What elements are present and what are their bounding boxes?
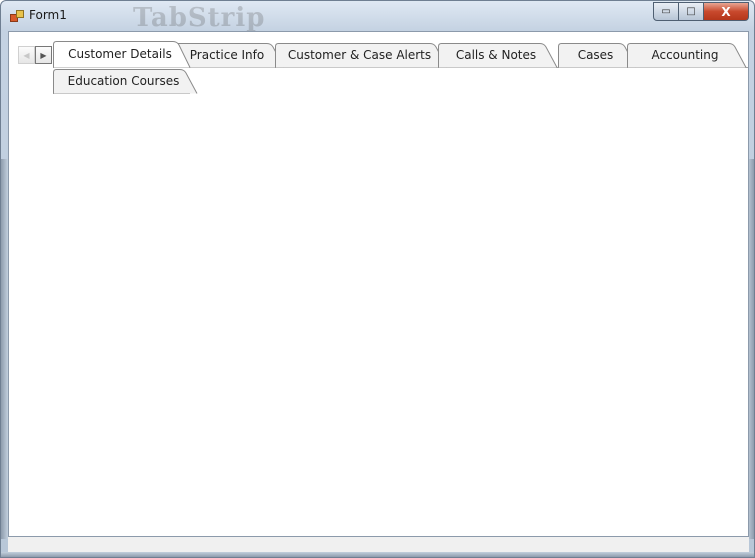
title-bar[interactable]: Form1 TabStrip ▭ □ X — [1, 1, 754, 33]
window-border-bottom — [1, 552, 754, 557]
tab-label: Cases — [577, 48, 614, 62]
tab-label: Customer Details — [68, 47, 172, 61]
tab-scroll-left-button[interactable]: ◀ — [18, 46, 35, 64]
chevron-right-icon: ▶ — [40, 50, 47, 60]
tab-accounting[interactable]: Accounting — [627, 43, 739, 67]
tab-scroll-right-button[interactable]: ▶ — [35, 46, 52, 64]
close-icon: X — [721, 4, 731, 19]
maximize-button[interactable]: □ — [679, 2, 704, 21]
status-bar — [8, 537, 749, 553]
client-area: ◀ ▶ Customer Details Practice Info Custome… — [8, 31, 749, 537]
tabstrip-watermark: TabStrip — [133, 3, 266, 33]
app-icon[interactable] — [10, 10, 24, 22]
form-window: Form1 TabStrip ▭ □ X ◀ ▶ Customer Detail… — [0, 0, 755, 558]
tab-label: Customer & Case Alerts — [287, 48, 432, 62]
tab-calls-and-notes[interactable]: Calls & Notes — [438, 43, 550, 67]
minimize-button[interactable]: ▭ — [653, 2, 679, 21]
tab-cases[interactable]: Cases — [558, 43, 629, 67]
tab-label: Practice Info — [189, 48, 265, 62]
minimize-icon: ▭ — [661, 6, 671, 17]
maximize-icon: □ — [686, 6, 696, 17]
window-title: Form1 — [29, 8, 67, 22]
tab-row-2-baseline — [53, 93, 190, 94]
tab-strip-baseline — [53, 67, 748, 68]
tab-education-courses[interactable]: Education Courses — [53, 69, 190, 93]
caption-buttons: ▭ □ X — [653, 2, 749, 21]
tab-customer-and-case-alerts[interactable]: Customer & Case Alerts — [275, 43, 440, 67]
tab-label: Calls & Notes — [455, 48, 537, 62]
chevron-left-icon: ◀ — [23, 50, 30, 60]
tab-practice-info[interactable]: Practice Info — [173, 43, 277, 67]
tab-label: Accounting — [651, 48, 719, 62]
close-button[interactable]: X — [704, 2, 749, 21]
tab-customer-details[interactable]: Customer Details — [53, 41, 183, 67]
window-border-left — [1, 159, 8, 539]
tab-label: Education Courses — [67, 74, 180, 88]
